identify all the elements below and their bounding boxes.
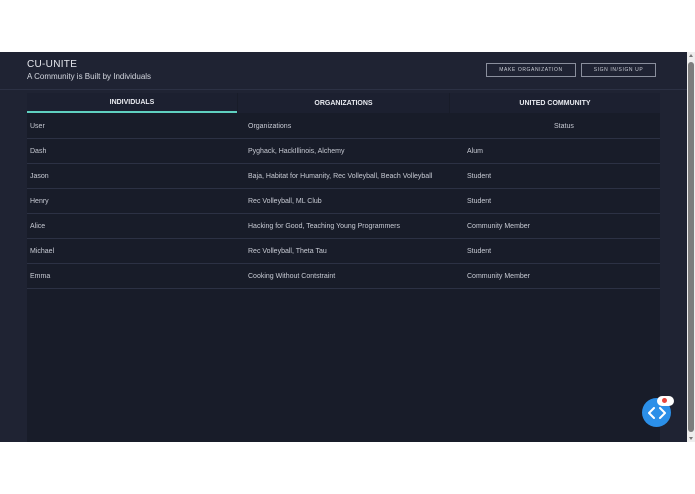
notification-dot-icon <box>662 398 667 403</box>
tab-united-community[interactable]: UNITED COMMUNITY <box>450 93 660 113</box>
tab-bar: INDIVIDUALS ORGANIZATIONS UNITED COMMUNI… <box>27 93 660 113</box>
cell-organizations: Rec Volleyball, ML Club <box>248 198 322 205</box>
cell-status: Community Member <box>467 223 531 230</box>
vertical-scrollbar[interactable] <box>687 52 695 442</box>
scroll-down-arrow-icon[interactable] <box>689 437 693 440</box>
app-title: CU-UNITE <box>27 59 78 70</box>
column-header-user: User <box>30 123 45 130</box>
table-row[interactable]: Alice Hacking for Good, Teaching Young P… <box>27 214 660 239</box>
cell-status: Community Member <box>467 273 531 280</box>
table-row[interactable]: Henry Rec Volleyball, ML Club Student <box>27 189 660 214</box>
cell-status: Alum <box>467 148 483 155</box>
tab-individuals[interactable]: INDIVIDUALS <box>27 93 237 113</box>
table-row[interactable]: Emma Cooking Without Contstraint Communi… <box>27 264 660 289</box>
app-subtitle: A Community is Built by Individuals <box>27 72 152 81</box>
cell-user: Michael <box>30 248 55 255</box>
individuals-table: User Organizations Status Dash Pyghack, … <box>27 114 660 289</box>
tab-organizations[interactable]: ORGANIZATIONS <box>238 93 449 113</box>
cell-user: Emma <box>30 273 51 280</box>
table-row[interactable]: Michael Rec Volleyball, Theta Tau Studen… <box>27 239 660 264</box>
cell-organizations: Cooking Without Contstraint <box>248 273 336 280</box>
content-panel: INDIVIDUALS ORGANIZATIONS UNITED COMMUNI… <box>27 93 660 442</box>
cell-organizations: Pyghack, HackIllinois, Alchemy <box>248 148 345 155</box>
table-row[interactable]: Jason Baja, Habitat for Humanity, Rec Vo… <box>27 164 660 189</box>
make-organization-button[interactable]: MAKE ORGANIZATION <box>486 63 576 77</box>
cell-user: Jason <box>30 173 49 180</box>
cell-status: Student <box>467 198 492 205</box>
header: CU-UNITE A Community is Built by Individ… <box>0 52 687 90</box>
cell-status: Student <box>467 248 492 255</box>
code-brackets-icon <box>647 406 666 419</box>
sign-in-button[interactable]: SIGN IN/SIGN UP <box>581 63 656 77</box>
cell-organizations: Hacking for Good, Teaching Young Program… <box>248 223 401 230</box>
cell-user: Henry <box>30 198 49 205</box>
cell-organizations: Rec Volleyball, Theta Tau <box>248 248 327 255</box>
cell-status: Student <box>467 173 492 180</box>
cell-organizations: Baja, Habitat for Humanity, Rec Volleyba… <box>248 173 433 180</box>
cell-user: Alice <box>30 223 46 230</box>
table-header-row: User Organizations Status <box>27 114 660 139</box>
cell-user: Dash <box>30 148 47 155</box>
table-row[interactable]: Dash Pyghack, HackIllinois, Alchemy Alum <box>27 139 660 164</box>
column-header-status: Status <box>554 123 574 130</box>
column-header-organizations: Organizations <box>248 123 292 130</box>
scroll-up-arrow-icon[interactable] <box>689 54 693 57</box>
scrollbar-thumb[interactable] <box>688 62 694 432</box>
app-window: CU-UNITE A Community is Built by Individ… <box>0 52 687 442</box>
